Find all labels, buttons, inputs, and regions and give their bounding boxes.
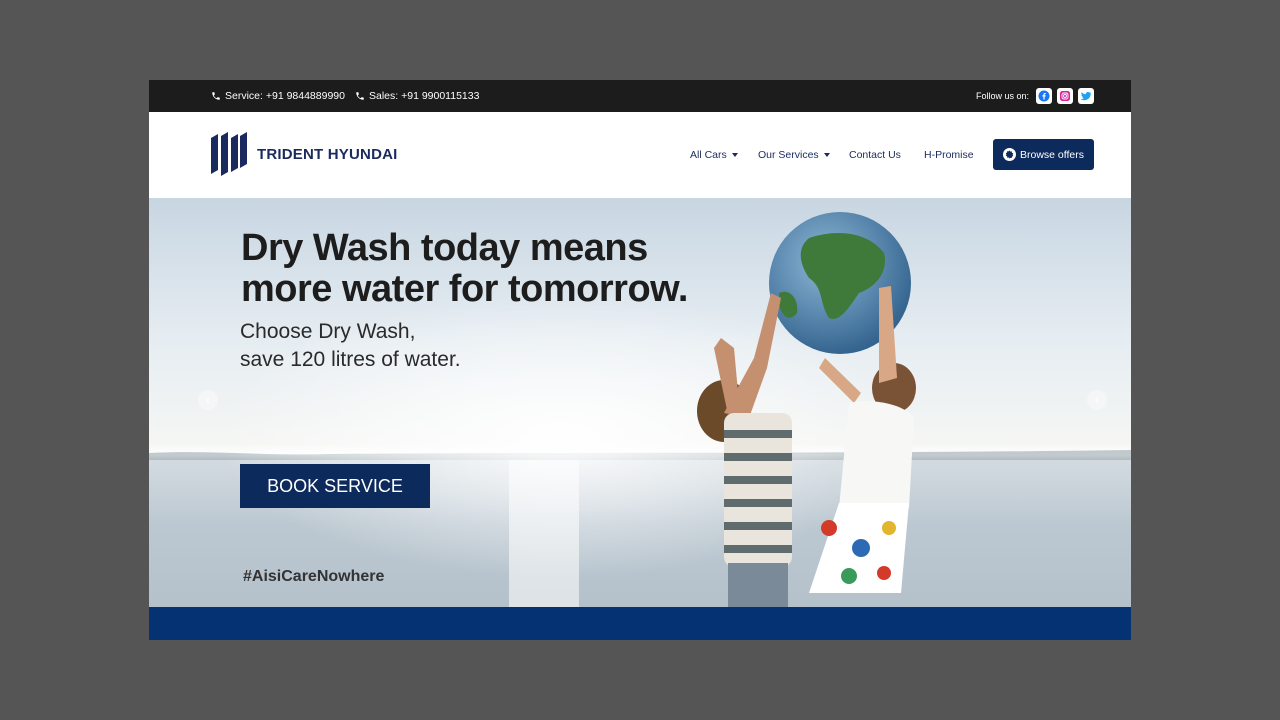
subheadline-line-2: save 120 litres of water.	[240, 348, 461, 371]
follow-us: Follow us on:	[976, 80, 1094, 112]
chevron-down-icon	[731, 153, 738, 157]
nav-label: Contact Us	[849, 149, 901, 161]
nav-all-cars[interactable]: All Cars	[690, 149, 738, 161]
follow-label: Follow us on:	[975, 91, 1029, 101]
facebook-icon[interactable]	[1036, 88, 1052, 104]
nav-label: Our Services	[758, 149, 819, 161]
hero-hashtag: #AisiCareNowhere	[243, 568, 385, 585]
hero-subheadline: Choose Dry Wash, save 120 litres of wate…	[240, 318, 461, 374]
bottom-band	[149, 607, 1131, 640]
chevron-right-icon[interactable]: ›	[1087, 390, 1107, 410]
brand-name: TRIDENT HYUNDAI	[257, 145, 398, 163]
headline-line-1: Dry Wash today means	[241, 227, 648, 269]
nav-label: All Cars	[690, 149, 727, 161]
service-phone-text: Service: +91 9844889990	[225, 90, 345, 102]
site-header: TRIDENT HYUNDAI All Cars Our Services Co…	[149, 112, 1131, 198]
hero-banner[interactable]: Dry Wash today means more water for tomo…	[149, 198, 1131, 607]
nav-contact-us[interactable]: Contact Us	[849, 149, 901, 161]
sales-phone-text: Sales: +91 9900115133	[369, 90, 480, 102]
headline-line-2: more water for tomorrow.	[241, 268, 688, 310]
brand-logo[interactable]: TRIDENT HYUNDAI	[211, 132, 398, 176]
hero-headline: Dry Wash today means more water for tomo…	[241, 228, 688, 310]
book-service-button[interactable]: BOOK SERVICE	[240, 464, 430, 508]
subheadline-line-1: Choose Dry Wash,	[240, 320, 416, 343]
chevron-down-icon	[823, 153, 830, 157]
offer-badge-icon	[1003, 148, 1016, 161]
nav-our-services[interactable]: Our Services	[758, 149, 830, 161]
phone-icon	[212, 92, 220, 100]
phone-icon	[356, 92, 364, 100]
nav-label: H-Promise	[924, 149, 974, 161]
nav-h-promise[interactable]: H-Promise	[924, 149, 974, 161]
website-frame: Service: +91 9844889990 Sales: +91 99001…	[149, 80, 1131, 640]
browse-offers-button[interactable]: Browse offers	[993, 139, 1094, 170]
twitter-icon[interactable]	[1078, 88, 1094, 104]
sales-phone-link[interactable]: Sales: +91 9900115133	[355, 80, 479, 112]
top-bar: Service: +91 9844889990 Sales: +91 99001…	[149, 80, 1131, 112]
hyundai-logo-mark	[211, 132, 247, 176]
browse-offers-label: Browse offers	[1020, 148, 1084, 161]
chevron-left-icon[interactable]: ‹	[198, 390, 218, 410]
instagram-icon[interactable]	[1057, 88, 1073, 104]
service-phone-link[interactable]: Service: +91 9844889990	[211, 80, 345, 112]
